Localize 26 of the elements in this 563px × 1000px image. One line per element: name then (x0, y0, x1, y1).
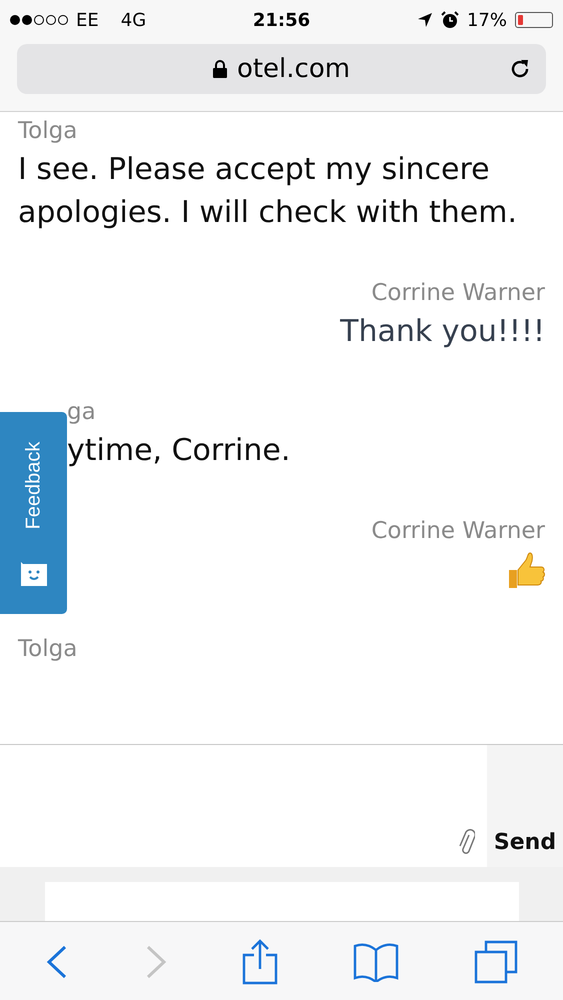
message-text: Thank you!!!! (340, 313, 545, 351)
sender-name: Corrine Warner (371, 280, 545, 306)
feedback-tab[interactable]: Feedback (0, 412, 67, 614)
sender-name: Corrine Warner (371, 518, 545, 544)
bookmarks-button[interactable] (353, 942, 400, 982)
clock: 21:56 (252, 10, 312, 30)
battery-icon (515, 12, 553, 28)
message-text: ytime, Corrine. (67, 432, 292, 470)
url-text: otel.com (236, 54, 350, 84)
share-button[interactable] (242, 939, 278, 985)
send-button[interactable]: Send (487, 745, 563, 867)
alarm-clock-icon (440, 11, 459, 29)
paperclip-icon[interactable] (457, 829, 475, 855)
sender-name: Tolga (18, 636, 78, 662)
carrier: EE (76, 10, 99, 30)
signal-icon (10, 15, 68, 25)
lock-icon (212, 60, 227, 78)
address-bar[interactable]: otel.com (17, 44, 546, 94)
sender-name: Tolga (18, 118, 78, 144)
location-arrow-icon (416, 12, 433, 28)
network-type: 4G (120, 10, 146, 30)
sender-name: ga (67, 399, 97, 425)
message-text: I see. Please accept my sincere apologies. I will check with them. (18, 151, 518, 232)
smiley-chat-icon (18, 560, 48, 588)
battery-percentage: 17% (466, 10, 507, 30)
tabs-button[interactable] (474, 940, 518, 984)
